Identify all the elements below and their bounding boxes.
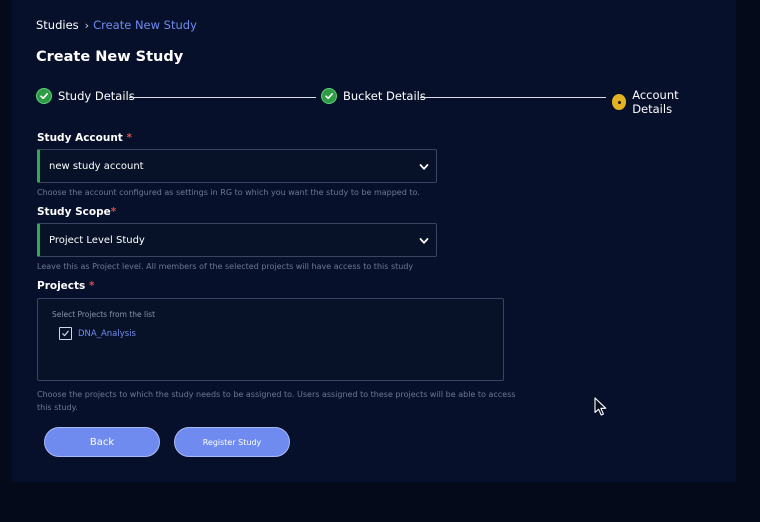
stepper: Study Details Bucket Details Account Det… xyxy=(36,88,712,116)
study-scope-select[interactable]: Project Level Study xyxy=(37,223,437,257)
study-scope-helper: Leave this as Project level. All members… xyxy=(37,262,414,271)
project-item-dna-analysis[interactable]: DNA_Analysis xyxy=(59,327,136,340)
current-step-icon xyxy=(612,94,627,110)
study-account-label: Study Account * xyxy=(37,132,132,144)
projects-helper-line1: Choose the projects to which the study n… xyxy=(37,390,516,399)
study-account-value: new study account xyxy=(49,160,144,172)
mouse-cursor-icon xyxy=(594,397,607,416)
projects-helper-line2: this study. xyxy=(37,403,78,412)
page-title: Create New Study xyxy=(36,49,184,65)
step-label: Account Details xyxy=(632,88,679,116)
projects-hint: Select Projects from the list xyxy=(52,310,156,319)
project-label: DNA_Analysis xyxy=(78,328,136,339)
required-mark: * xyxy=(110,206,117,218)
study-scope-label: Study Scope* xyxy=(37,206,117,218)
step-label: Study Details xyxy=(58,89,135,103)
step-connector xyxy=(420,96,606,98)
projects-label: Projects * xyxy=(37,280,95,292)
required-mark: * xyxy=(126,132,133,144)
required-mark: * xyxy=(88,280,95,292)
study-account-helper: Choose the account configured as setting… xyxy=(37,188,420,197)
breadcrumb-current: Create New Study xyxy=(93,18,197,32)
check-icon xyxy=(62,330,69,337)
step-study-details[interactable]: Study Details xyxy=(36,88,135,104)
chevron-down-icon xyxy=(419,164,429,170)
chevron-down-icon xyxy=(419,238,429,244)
checkbox-checked[interactable] xyxy=(59,327,72,340)
check-icon xyxy=(36,88,52,104)
study-account-select[interactable]: new study account xyxy=(37,149,437,183)
back-button[interactable]: Back xyxy=(44,427,160,457)
projects-list: Select Projects from the list DNA_Analys… xyxy=(37,298,504,381)
study-scope-value: Project Level Study xyxy=(49,234,145,246)
breadcrumb-separator: › xyxy=(84,18,90,32)
check-icon xyxy=(321,88,337,104)
breadcrumb-studies-link[interactable]: Studies xyxy=(36,18,79,32)
step-bucket-details[interactable]: Bucket Details xyxy=(321,88,426,104)
step-label: Bucket Details xyxy=(343,89,426,103)
step-account-details[interactable]: Account Details xyxy=(612,88,712,116)
register-study-button[interactable]: Register Study xyxy=(174,427,290,457)
breadcrumb: Studies › Create New Study xyxy=(36,18,197,32)
step-connector xyxy=(129,96,316,98)
